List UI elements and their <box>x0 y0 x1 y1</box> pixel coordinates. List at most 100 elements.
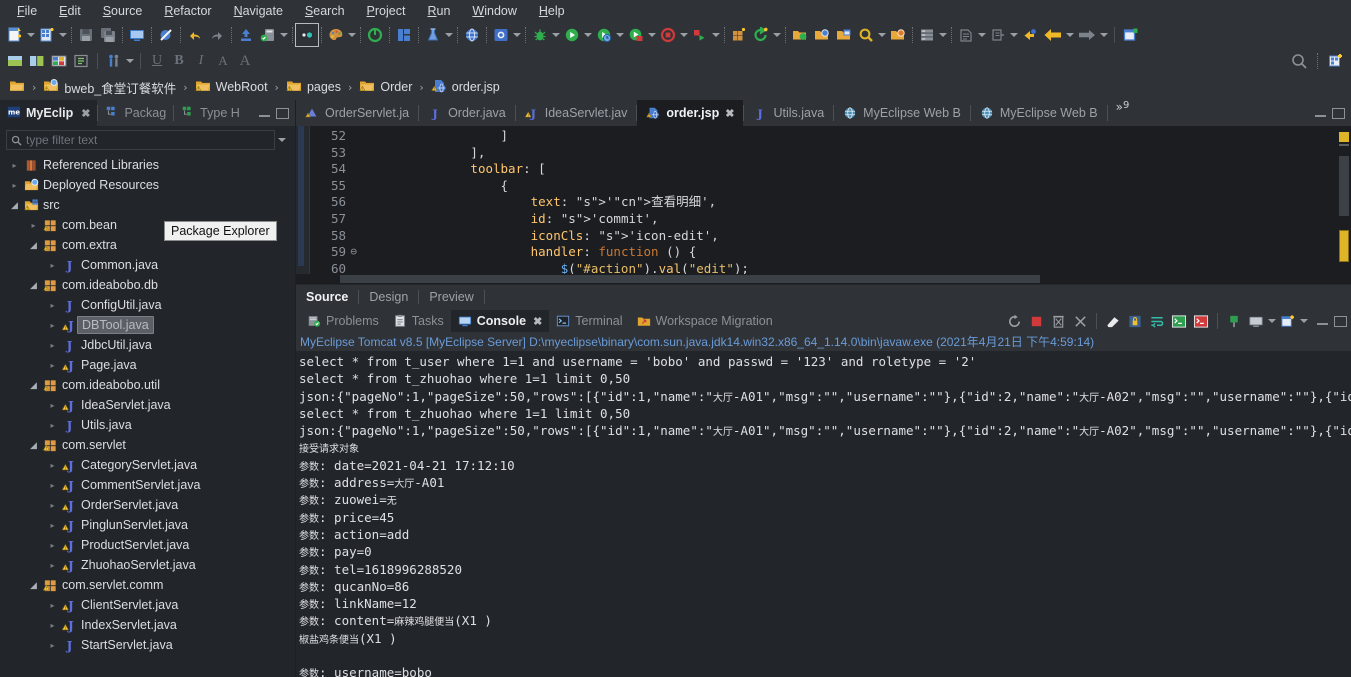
search-input[interactable]: type filter text <box>6 130 275 150</box>
maximize-icon[interactable] <box>1334 316 1347 327</box>
dropdown-arrow[interactable] <box>1299 310 1309 332</box>
twisty-expanded-icon[interactable] <box>29 280 38 291</box>
new-connection-icon[interactable] <box>750 24 772 46</box>
code-line[interactable]: id: "s">'commit', <box>350 211 1337 228</box>
tree-item[interactable]: J!CommentServlet.java <box>0 475 295 495</box>
menu-item-navigate[interactable]: Navigate <box>223 2 294 20</box>
stop-icon[interactable] <box>657 24 679 46</box>
code-line[interactable]: handler: function () { <box>350 244 1337 261</box>
redo-icon[interactable] <box>206 24 228 46</box>
editor-tab-orderservlet-ja[interactable]: !OrderServlet.ja <box>296 100 418 126</box>
code-line[interactable]: { <box>350 178 1337 195</box>
snapshot-dropdown-arrow[interactable] <box>512 24 522 46</box>
breadcrumb-item-0[interactable]: !bweb_食堂订餐软件 <box>40 78 179 97</box>
twisty-expanded-icon[interactable] <box>29 580 38 591</box>
tree-item[interactable]: J!ClientServlet.java <box>0 595 295 615</box>
left-view-tab-type-h[interactable]: Type H <box>174 100 247 126</box>
save-icon[interactable] <box>75 24 97 46</box>
scroll-lock-icon[interactable] <box>1124 310 1146 332</box>
twisty-collapsed-icon[interactable] <box>48 521 57 530</box>
tree-item[interactable]: JStartServlet.java <box>0 635 295 655</box>
tree-item[interactable]: J!PinglunServlet.java <box>0 515 295 535</box>
twisty-collapsed-icon[interactable] <box>48 601 57 610</box>
remove-launch-icon[interactable] <box>1047 310 1069 332</box>
code-line[interactable]: iconCls: "s">'icon-edit', <box>350 228 1337 245</box>
twisty-collapsed-icon[interactable] <box>48 641 57 650</box>
save-all-icon[interactable] <box>97 24 119 46</box>
person-icon[interactable] <box>103 50 125 72</box>
console-tab-console[interactable]: Console✖ <box>451 310 550 332</box>
run-history-dropdown-arrow[interactable] <box>615 24 625 46</box>
show-console-stderr-icon[interactable] <box>1190 310 1212 332</box>
new-wizard-icon[interactable] <box>4 24 26 46</box>
pin-console-icon[interactable] <box>1223 310 1245 332</box>
profile-dropdown-arrow[interactable] <box>711 24 721 46</box>
run-dropdown-arrow[interactable] <box>583 24 593 46</box>
editor-tab-order-java[interactable]: JOrder.java <box>419 100 515 126</box>
new-table-icon[interactable] <box>728 24 750 46</box>
minimize-icon[interactable] <box>1317 318 1328 325</box>
close-icon[interactable]: ✖ <box>81 107 90 120</box>
editor-tab-order-jsp[interactable]: !order.jsp✖ <box>637 100 743 126</box>
menu-item-edit[interactable]: Edit <box>48 2 92 20</box>
twisty-collapsed-icon[interactable] <box>48 461 57 470</box>
dropdown-arrow[interactable] <box>1267 310 1277 332</box>
overview-marker-warning[interactable] <box>1339 132 1349 142</box>
test-icon[interactable] <box>422 24 444 46</box>
open-resource-icon[interactable] <box>987 24 1009 46</box>
twisty-collapsed-icon[interactable] <box>48 561 57 570</box>
breadcrumb-item-1[interactable]: !WebRoot <box>192 78 271 97</box>
tree-item[interactable]: JUtils.java <box>0 415 295 435</box>
tree-item[interactable]: J!ZhuohaoServlet.java <box>0 555 295 575</box>
test-dropdown-arrow[interactable] <box>444 24 454 46</box>
twisty-collapsed-icon[interactable] <box>48 261 57 270</box>
restore-view-icon[interactable] <box>4 50 26 72</box>
source-tab-preview[interactable]: Preview <box>419 285 483 309</box>
open-resource-dropdown-arrow[interactable] <box>1009 24 1019 46</box>
overview-marker-group[interactable] <box>1339 230 1349 262</box>
minimize-icon[interactable] <box>1315 110 1326 117</box>
new-dropdown-arrow[interactable] <box>26 24 36 46</box>
split-view-icon[interactable] <box>26 50 48 72</box>
export-icon[interactable] <box>235 24 257 46</box>
tree-item[interactable]: JJdbcUtil.java <box>0 335 295 355</box>
tree-item[interactable]: !com.ideabobo.db <box>0 275 295 295</box>
skip-breakpoints-icon[interactable] <box>155 24 177 46</box>
tree-item[interactable]: J!IdeaServlet.java <box>0 395 295 415</box>
tree-item[interactable]: J!DBTool.java <box>0 315 295 335</box>
breadcrumb-item-4[interactable]: !order.jsp <box>428 78 503 97</box>
code-line[interactable]: toolbar: [ <box>350 161 1337 178</box>
forward-icon[interactable] <box>1075 24 1099 46</box>
twisty-collapsed-icon[interactable] <box>48 401 57 410</box>
chevron-down-icon[interactable] <box>275 138 289 142</box>
menu-item-help[interactable]: Help <box>528 2 576 20</box>
open-folder-orange-icon[interactable] <box>887 24 909 46</box>
stop-dropdown-arrow[interactable] <box>679 24 689 46</box>
display-selected-console-icon[interactable] <box>1245 310 1267 332</box>
snapshot-icon[interactable] <box>490 24 512 46</box>
web-browser-icon[interactable] <box>461 24 483 46</box>
open-type-icon[interactable] <box>955 24 977 46</box>
console-tab-tasks[interactable]: Tasks <box>386 310 451 332</box>
tree-item[interactable]: J!Page.java <box>0 355 295 375</box>
coverage-dropdown-arrow[interactable] <box>647 24 657 46</box>
twisty-collapsed-icon[interactable] <box>48 301 57 310</box>
menu-item-refactor[interactable]: Refactor <box>153 2 222 20</box>
run-history-icon[interactable] <box>593 24 615 46</box>
editor-tab-ideaservlet-jav[interactable]: J!IdeaServlet.jav <box>516 100 637 126</box>
colors-icon[interactable] <box>325 24 347 46</box>
editor-horizontal-scrollbar[interactable] <box>296 274 1351 284</box>
tree-item[interactable]: JConfigUtil.java <box>0 295 295 315</box>
twisty-collapsed-icon[interactable] <box>48 621 57 630</box>
word-wrap-icon[interactable] <box>1146 310 1168 332</box>
show-console-stdout-icon[interactable] <box>1168 310 1190 332</box>
twisty-collapsed-icon[interactable] <box>48 481 57 490</box>
code-line[interactable]: text: "s">'"cn">查看明细', <box>350 194 1337 211</box>
twisty-collapsed-icon[interactable] <box>48 421 57 430</box>
tree-item[interactable]: J!IndexServlet.java <box>0 615 295 635</box>
clear-console-icon[interactable] <box>1102 310 1124 332</box>
servers-dropdown-arrow[interactable] <box>938 24 948 46</box>
close-icon[interactable]: ✖ <box>725 107 734 120</box>
search-dropdown-arrow[interactable] <box>877 24 887 46</box>
twisty-collapsed-icon[interactable] <box>29 221 38 230</box>
